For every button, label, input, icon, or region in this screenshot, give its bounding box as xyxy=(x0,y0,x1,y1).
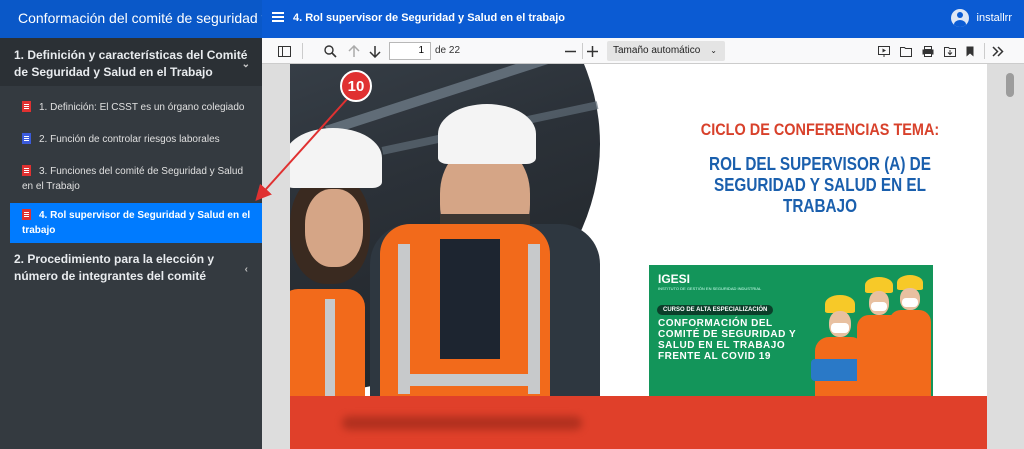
pdf-headline: CICLO DE CONFERENCIAS TEMA: ROL DEL SUPE… xyxy=(660,119,980,217)
pdf-toolbar: 1 de 22 Tamaño automático ⌄ xyxy=(262,38,1024,64)
sidebar-item-label: 4. Rol supervisor de Seguridad y Salud e… xyxy=(22,210,251,236)
igesi-logo: IGESI xyxy=(658,272,691,286)
course-banner: IGESI INSTITUTO DE GESTIÓN EN SEGURIDAD … xyxy=(649,265,933,397)
pdf-viewer: 1 de 22 Tamaño automático ⌄ CICLO DE CON… xyxy=(262,38,1024,449)
user-avatar-icon xyxy=(950,9,969,27)
previous-page-icon[interactable] xyxy=(348,42,360,60)
word-icon xyxy=(22,133,31,144)
zoom-out-icon[interactable] xyxy=(565,42,576,60)
worker-figure xyxy=(887,275,933,397)
lesson-title: 4. Rol supervisor de Seguridad y Salud e… xyxy=(293,12,566,24)
page-footer-band xyxy=(290,396,987,449)
course-badge: CURSO DE ALTA ESPECIALIZACIÓN xyxy=(657,305,774,315)
course-title[interactable]: Conformación del comité de seguridad y .… xyxy=(0,0,262,38)
page-number-input[interactable]: 1 xyxy=(389,42,431,60)
course-title-text: CONFORMACIÓN DEL COMITÉ DE SEGURIDAD Y S… xyxy=(658,318,796,362)
sidebar-item-label: 2. Función de controlar riesgos laborale… xyxy=(39,134,220,145)
zoom-value: Tamaño automático xyxy=(613,45,701,56)
zoom-in-icon[interactable] xyxy=(587,42,598,60)
section-2-title: 2. Procedimiento para la elección y núme… xyxy=(14,252,215,283)
user-menu[interactable]: installrr xyxy=(950,9,1012,27)
bookmark-icon[interactable] xyxy=(966,42,974,60)
user-name: installrr xyxy=(976,12,1012,24)
pdf-icon xyxy=(22,101,31,112)
tools-menu-icon[interactable] xyxy=(992,42,1004,60)
presentation-mode-icon[interactable] xyxy=(878,42,890,60)
chevron-down-icon: ⌄ xyxy=(710,46,717,55)
next-page-icon[interactable] xyxy=(369,42,381,60)
sidebar: 1. Definición y características del Comi… xyxy=(0,38,262,449)
top-bar: Conformación del comité de seguridad y .… xyxy=(0,0,1024,38)
pdf-icon xyxy=(22,209,31,220)
toolbar-divider xyxy=(302,43,303,59)
download-icon[interactable] xyxy=(944,42,956,60)
vertical-scrollbar[interactable] xyxy=(1006,73,1014,97)
print-icon[interactable] xyxy=(922,42,934,60)
topic-heading: ROL DEL SUPERVISOR (A) DE SEGURIDAD Y SA… xyxy=(709,154,931,216)
chevron-down-icon: ⌄ xyxy=(241,59,250,70)
conference-heading: CICLO DE CONFERENCIAS TEMA: xyxy=(700,120,940,139)
sidebar-section-1[interactable]: 1. Definición y características del Comi… xyxy=(0,38,262,86)
page-count: de 22 xyxy=(435,45,461,56)
sidebar-item-label: 1. Definición: El CSST es un órgano cole… xyxy=(39,102,245,113)
igesi-tagline: INSTITUTO DE GESTIÓN EN SEGURIDAD INDUST… xyxy=(658,286,762,291)
sidebar-item-label: 3. Funciones del comité de Seguridad y S… xyxy=(22,166,244,192)
sidebar-section-2[interactable]: 2. Procedimiento para la elección y núme… xyxy=(0,251,262,285)
zoom-select[interactable]: Tamaño automático ⌄ xyxy=(607,41,725,61)
chevron-left-icon: ‹ xyxy=(244,264,248,275)
sidebar-toggle-icon[interactable] xyxy=(278,42,291,60)
search-icon[interactable] xyxy=(324,42,337,60)
sidebar-item-definicion[interactable]: 1. Definición: El CSST es un órgano cole… xyxy=(0,94,262,126)
open-file-icon[interactable] xyxy=(900,42,912,60)
sidebar-item-funciones-comite[interactable]: 3. Funciones del comité de Seguridad y S… xyxy=(0,158,262,196)
sidebar-item-funcion-controlar[interactable]: 2. Función de controlar riesgos laborale… xyxy=(0,126,262,158)
pdf-icon xyxy=(22,165,31,176)
menu-toggle-icon[interactable] xyxy=(272,12,284,22)
step-callout: 10 xyxy=(340,70,372,102)
toolbar-divider xyxy=(582,43,583,59)
section-1-title: 1. Definición y características del Comi… xyxy=(14,48,248,79)
pdf-page: CICLO DE CONFERENCIAS TEMA: ROL DEL SUPE… xyxy=(290,64,987,449)
sidebar-item-rol-supervisor[interactable]: 4. Rol supervisor de Seguridad y Salud e… xyxy=(10,203,262,243)
toolbar-divider xyxy=(984,43,985,59)
workers-photo xyxy=(290,64,600,396)
